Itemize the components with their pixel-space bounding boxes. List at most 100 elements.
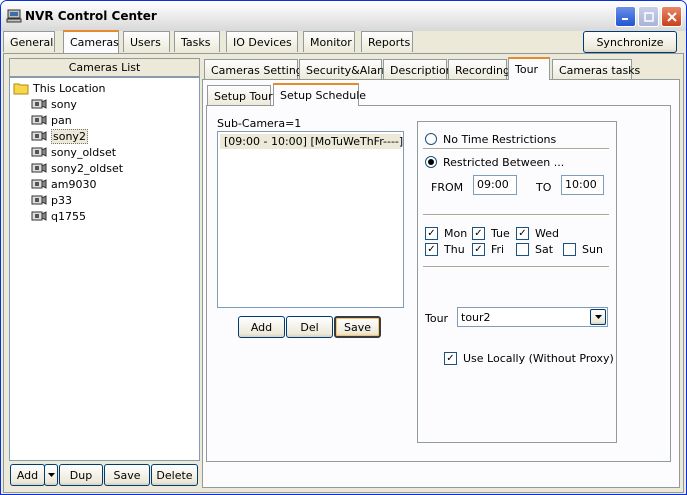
tree-item-camera[interactable]: sony [31, 96, 77, 112]
tree-item-camera[interactable]: p33 [31, 192, 72, 208]
wed-checkbox[interactable]: ✓ Wed [516, 225, 559, 241]
tab-cameras-tasks[interactable]: Cameras tasks [552, 59, 640, 80]
close-icon [666, 11, 677, 22]
checkbox-empty [516, 242, 529, 256]
radio-unchecked [425, 133, 437, 145]
fri-checkbox[interactable]: ✓ Fri [472, 241, 504, 257]
tour-select[interactable]: tour2 [457, 307, 608, 327]
chevron-down-icon [594, 315, 602, 319]
button-label: Save [343, 320, 371, 334]
minimize-button[interactable] [615, 6, 636, 27]
check-icon: ✓ [425, 242, 438, 256]
check-icon: ✓ [472, 242, 485, 256]
camera-icon [31, 147, 47, 157]
tree-root-location[interactable]: This Location [13, 80, 106, 96]
schedule-entry[interactable]: [09:00 - 10:00] [MoTuWeThFr----] [220, 134, 403, 149]
tab-monitor[interactable]: Monitor [303, 31, 355, 52]
camera-icon [31, 131, 47, 141]
chevron-down-icon [47, 473, 55, 477]
sat-checkbox[interactable]: Sat [516, 241, 553, 257]
tree-item-camera[interactable]: sony_oldset [31, 144, 116, 160]
tab-description[interactable]: Description [383, 59, 453, 80]
folder-icon [13, 83, 29, 95]
tour-dropdown-button[interactable] [590, 309, 606, 325]
check-icon: ✓ [516, 226, 529, 240]
checkbox-label: Sun [582, 242, 603, 256]
dup-camera-button[interactable]: Dup [59, 464, 103, 486]
maximize-button[interactable] [638, 6, 659, 27]
add-camera-button[interactable]: Add [10, 464, 45, 486]
camera-icon [31, 115, 47, 125]
to-label: TO [536, 180, 552, 194]
camera-icon [31, 195, 47, 205]
camera-icon [31, 163, 47, 173]
radio-label: Restricted Between ... [443, 155, 565, 169]
tab-label: Tasks [181, 35, 211, 49]
tab-setup-tour[interactable]: Setup Tour [207, 85, 273, 106]
checkbox-label: Fri [491, 242, 505, 256]
tab-setup-schedule[interactable]: Setup Schedule [273, 83, 366, 106]
tab-cameras-settings[interactable]: Cameras Settings [204, 59, 309, 80]
tab-label: Setup Tour [214, 89, 273, 103]
restricted-between-radio[interactable]: Restricted Between ... [425, 154, 564, 170]
sub-camera-label: Sub-Camera=1 [217, 116, 302, 130]
tree-label: pan [51, 113, 72, 127]
tab-label: Recording [455, 63, 511, 77]
maximize-icon [643, 11, 654, 22]
tab-label: Setup Schedule [280, 89, 367, 102]
tab-security-alarm[interactable]: Security&Alarm [299, 59, 392, 80]
synchronize-button[interactable]: Synchronize [583, 31, 677, 53]
checkbox-label: Wed [535, 226, 559, 240]
tree-label: am9030 [51, 177, 97, 191]
close-button[interactable] [661, 6, 682, 27]
tree-item-camera[interactable]: sony2_oldset [31, 160, 123, 176]
tab-tasks[interactable]: Tasks [174, 31, 220, 52]
tab-recording[interactable]: Recording [448, 59, 511, 80]
to-time-input[interactable]: 10:00 [561, 175, 604, 195]
tree-item-camera[interactable]: q1755 [31, 208, 86, 224]
camera-icon [31, 99, 47, 109]
tue-checkbox[interactable]: ✓ Tue [472, 225, 510, 241]
mon-checkbox[interactable]: ✓ Mon [425, 225, 467, 241]
checkbox-empty [563, 242, 576, 256]
check-icon: ✓ [472, 226, 485, 240]
tree-label: sony2 [51, 128, 88, 144]
tab-label: Security&Alarm [306, 63, 393, 77]
tour-label: Tour [425, 311, 449, 325]
cameras-list-header: Cameras List [9, 58, 200, 77]
tree-label: sony2_oldset [51, 161, 124, 175]
tree-item-camera[interactable]: pan [31, 112, 72, 128]
save-schedule-button[interactable]: Save [334, 316, 381, 338]
tab-label: Cameras [70, 36, 119, 49]
schedule-list[interactable]: [09:00 - 10:00] [MoTuWeThFr----] [217, 131, 404, 308]
computer-icon [6, 9, 22, 23]
tab-io-devices[interactable]: IO Devices [226, 31, 298, 52]
checkbox-label: Sat [535, 242, 554, 256]
add-schedule-button[interactable]: Add [238, 316, 285, 338]
thu-checkbox[interactable]: ✓ Thu [425, 241, 465, 257]
save-camera-button[interactable]: Save [104, 464, 150, 486]
tab-tour[interactable]: Tour [508, 57, 550, 80]
use-locally-checkbox[interactable]: ✓ Use Locally (Without Proxy) [444, 350, 614, 366]
from-time-input[interactable]: 09:00 [473, 175, 517, 195]
tree-item-camera[interactable]: am9030 [31, 176, 96, 192]
window-title: NVR Control Center [25, 9, 157, 23]
add-dropdown-button[interactable] [44, 464, 58, 486]
tree-item-camera-selected[interactable]: sony2 [31, 128, 88, 144]
tab-label: General [10, 35, 54, 49]
tab-label: IO Devices [233, 35, 292, 49]
cameras-tree[interactable]: This Location sony pan sony2 sony_oldset… [9, 77, 200, 461]
tab-users[interactable]: Users [123, 31, 170, 52]
tab-cameras[interactable]: Cameras [63, 30, 119, 53]
radio-checked [425, 156, 437, 168]
no-time-restrictions-radio[interactable]: No Time Restrictions [425, 131, 556, 147]
delete-camera-button[interactable]: Delete [151, 464, 198, 486]
tab-general[interactable]: General [3, 31, 55, 52]
tab-label: Description [390, 63, 453, 77]
del-schedule-button[interactable]: Del [286, 316, 333, 338]
tab-reports[interactable]: Reports [361, 31, 413, 52]
sun-checkbox[interactable]: Sun [563, 241, 603, 257]
tree-label: sony [51, 97, 77, 111]
title-bar: NVR Control Center [1, 1, 686, 31]
check-icon: ✓ [425, 226, 438, 240]
